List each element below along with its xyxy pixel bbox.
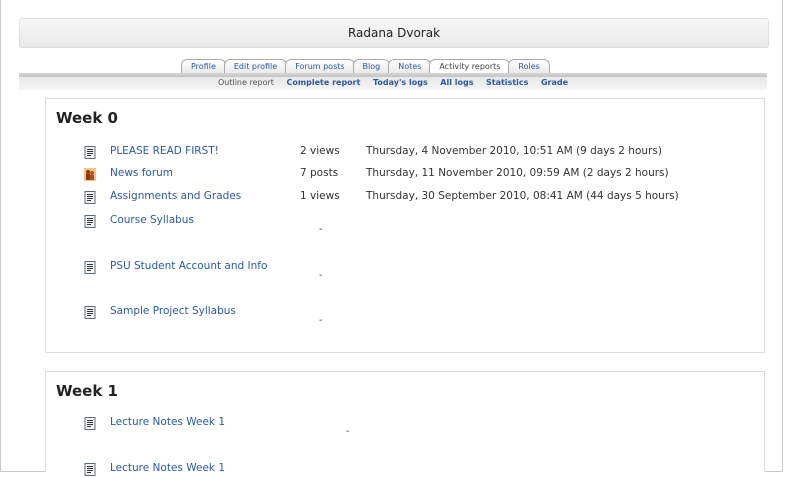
document-icon [84,463,96,476]
activity-row: Course Syllabus - [84,214,744,244]
tab-blog[interactable]: Blog [352,59,391,74]
tab-roles[interactable]: Roles [508,59,550,74]
activity-row: News forum 7 posts Thursday, 11 November… [84,167,744,183]
activity-count: - [319,315,323,326]
activity-link[interactable]: Lecture Notes Week 1 [110,462,225,474]
tab-activity-reports[interactable]: Activity reports [429,59,511,74]
activity-link[interactable]: PLEASE READ FIRST! [110,145,219,157]
subtab-complete-report[interactable]: Complete report [286,78,360,87]
activity-link[interactable]: News forum [110,167,173,179]
activity-last-access: Thursday, 4 November 2010, 10:51 AM (9 d… [366,145,662,157]
activity-count: - [346,426,350,437]
document-icon [84,191,96,204]
activity-count: 2 views [300,145,340,157]
activity-row: PLEASE READ FIRST! 2 views Thursday, 4 N… [84,145,744,161]
document-icon [84,261,96,274]
page-frame: Radana Dvorak Profile Edit profile Forum… [0,0,783,476]
subtab-outline-report: Outline report [217,78,274,87]
tab-notes[interactable]: Notes [388,59,432,74]
subtab-statistics[interactable]: Statistics [486,78,528,87]
report-subtabs: Outline report Complete report Today's l… [19,77,767,90]
activity-link[interactable]: PSU Student Account and Info [110,260,267,272]
activity-row: Sample Project Syllabus - [84,305,744,335]
forum-icon [84,168,96,181]
subtab-grade[interactable]: Grade [541,78,568,87]
document-icon [84,146,96,159]
week-title: Week 1 [56,382,118,400]
subtab-all-logs[interactable]: All logs [440,78,473,87]
tab-profile[interactable]: Profile [181,59,226,74]
activity-link[interactable]: Lecture Notes Week 1 [110,416,225,428]
week-section-1: Week 1 Lecture Notes Week 1 - Lecture No… [45,371,765,476]
page-title: Radana Dvorak [19,18,769,48]
document-icon [84,215,96,228]
tab-edit-profile[interactable]: Edit profile [223,59,288,74]
document-icon [84,306,96,319]
profile-tabs: Profile Edit profile Forum posts Blog No… [181,59,550,74]
activity-count: - [319,224,323,235]
activity-last-access: Thursday, 30 September 2010, 08:41 AM (4… [366,190,679,202]
activity-link[interactable]: Assignments and Grades [110,190,241,202]
activity-row: Lecture Notes Week 1 [84,462,744,478]
week-section-0: Week 0 PLEASE READ FIRST! 2 views Thursd… [45,98,765,353]
activity-last-access: Thursday, 11 November 2010, 09:59 AM (2 … [366,167,669,179]
document-icon [84,417,96,430]
activity-count: - [319,270,323,281]
activity-link[interactable]: Course Syllabus [110,214,194,226]
subtab-todays-logs[interactable]: Today's logs [373,78,428,87]
week-title: Week 0 [56,109,118,127]
tab-forum-posts[interactable]: Forum posts [285,59,355,74]
activity-count: 1 views [300,190,340,202]
activity-row: Assignments and Grades 1 views Thursday,… [84,190,744,206]
activity-link[interactable]: Sample Project Syllabus [110,305,236,317]
activity-count: 7 posts [300,167,339,179]
activity-row: Lecture Notes Week 1 - [84,416,744,446]
activity-row: PSU Student Account and Info - [84,260,744,290]
